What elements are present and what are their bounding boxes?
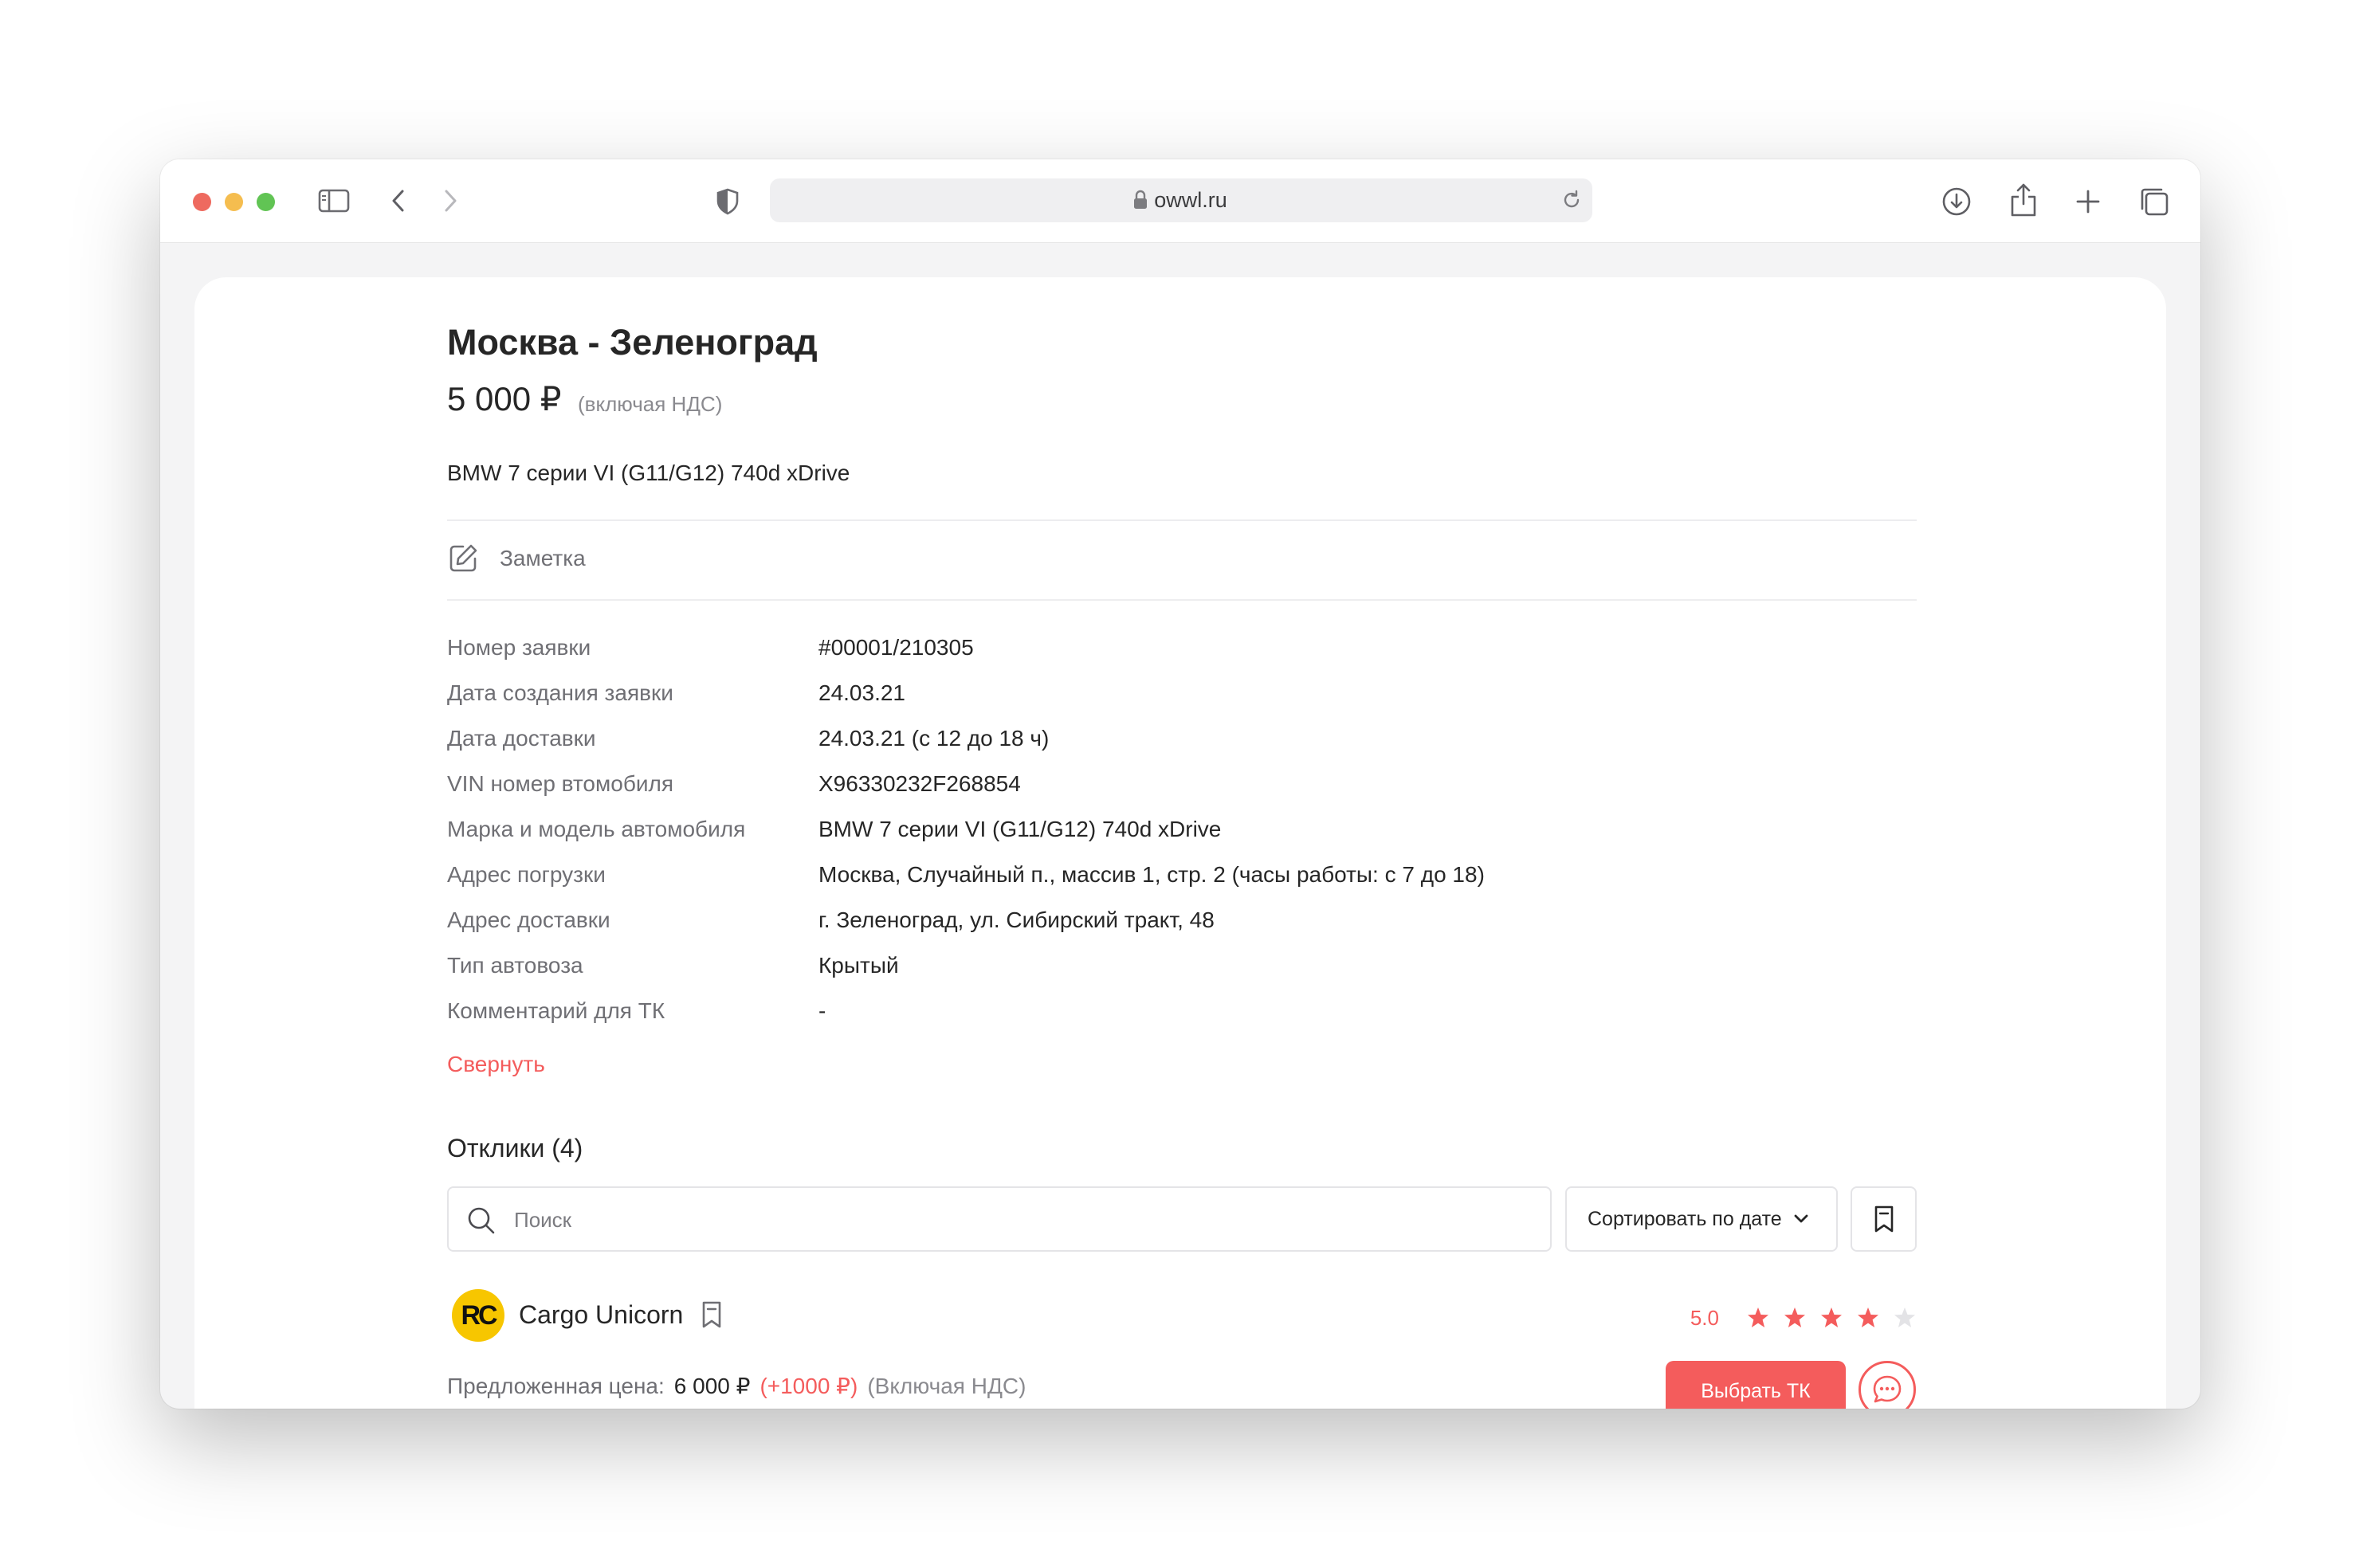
search-input[interactable] — [512, 1199, 1536, 1241]
new-tab-icon[interactable] — [2074, 187, 2102, 216]
saved-filter-button[interactable] — [1851, 1186, 1917, 1252]
rating-score: 5.0 — [1690, 1305, 1719, 1330]
detail-value: Крытый — [818, 953, 899, 978]
sidebar-icon[interactable] — [316, 186, 351, 215]
detail-label: Номер заявки — [447, 635, 591, 660]
search-icon — [468, 1207, 495, 1234]
star-icon — [1858, 1307, 1878, 1327]
response-item: RC Cargo Unicorn 5.0 Предложенная цена: 6… — [447, 1289, 1917, 1409]
carrier-name[interactable]: Cargo Unicorn — [519, 1300, 683, 1330]
detail-label: Дата доставки — [447, 726, 596, 751]
choose-carrier-button[interactable]: Выбрать ТК — [1666, 1361, 1846, 1409]
reload-icon[interactable] — [1560, 189, 1583, 215]
address-url: owwl.ru — [1154, 188, 1227, 212]
edit-note-icon — [449, 544, 477, 572]
privacy-shield-icon[interactable] — [714, 186, 741, 217]
detail-label: Марка и модель автомобиля — [447, 817, 746, 841]
detail-label: Комментарий для ТК — [447, 998, 665, 1023]
divider — [447, 519, 1917, 521]
note-button[interactable]: Заметка — [447, 540, 586, 577]
bookmark-icon — [1874, 1205, 1893, 1233]
chat-button[interactable] — [1859, 1361, 1916, 1409]
bookmark-icon[interactable] — [701, 1300, 723, 1333]
order-card: Москва - Зеленоград 5 000 ₽ (включая НДС… — [194, 277, 2166, 1409]
download-icon[interactable] — [1941, 186, 1972, 218]
offer-line: Предложенная цена: 6 000 ₽ (+1000 ₽) (Включ… — [447, 1370, 1026, 1402]
sort-dropdown[interactable]: Сортировать по дате — [1565, 1186, 1838, 1252]
note-label: Заметка — [500, 546, 586, 570]
chevron-down-icon — [1794, 1214, 1808, 1223]
forward-icon[interactable] — [438, 186, 462, 215]
collapse-link[interactable]: Свернуть — [447, 1052, 545, 1077]
star-icon — [1821, 1307, 1842, 1327]
close-window-button[interactable] — [193, 193, 211, 211]
browser-toolbar: owwl.ru — [160, 159, 2200, 243]
detail-value: г. Зеленоград, ул. Сибирский тракт, 48 — [818, 907, 1215, 932]
zoom-window-button[interactable] — [257, 193, 275, 211]
minimize-window-button[interactable] — [225, 193, 243, 211]
browser-window: owwl.ru Москва - Зеленоград 5 000 ₽ (вкл… — [160, 159, 2200, 1409]
offer-vat: (Включая НДС) — [867, 1374, 1026, 1398]
detail-label: Адрес погрузки — [447, 862, 606, 887]
sort-label: Сортировать по дате — [1588, 1207, 1782, 1230]
detail-value: X96330232F268854 — [818, 771, 1021, 796]
detail-value: - — [818, 998, 826, 1023]
detail-label: Тип автовоза — [447, 953, 583, 978]
offer-price: 6 000 ₽ — [673, 1374, 751, 1398]
detail-value: 24.03.21 (с 12 до 18 ч) — [818, 726, 1050, 751]
detail-label: Дата создания заявки — [447, 680, 673, 705]
tab-overview-icon[interactable] — [2138, 186, 2170, 218]
offer-label: Предложенная цена: — [447, 1374, 665, 1398]
search-field[interactable] — [447, 1186, 1552, 1252]
order-price: 5 000 ₽ — [447, 380, 562, 417]
page-title: Москва - Зеленоград — [447, 322, 818, 363]
detail-value: Москва, Случайный п., массив 1, стр. 2 (… — [818, 862, 1485, 887]
share-icon[interactable] — [2008, 182, 2039, 218]
offer-diff: (+1000 ₽) — [760, 1374, 858, 1398]
carrier-logo: RC — [452, 1289, 504, 1342]
responses-title: Отклики (4) — [447, 1134, 583, 1162]
back-icon[interactable] — [387, 186, 410, 215]
car-model: BMW 7 серии VI (G11/G12) 740d xDrive — [447, 461, 850, 485]
star-icon — [1784, 1307, 1805, 1327]
chat-icon — [1873, 1375, 1902, 1403]
star-empty-icon — [1894, 1307, 1915, 1327]
detail-value: BMW 7 серии VI (G11/G12) 740d xDrive — [818, 817, 1222, 841]
detail-label: Адрес доставки — [447, 907, 610, 932]
detail-value: 24.03.21 — [818, 680, 905, 705]
detail-value: #00001/210305 — [818, 635, 974, 660]
carrier-rating: 5.0 — [1690, 1302, 1917, 1334]
star-icon — [1748, 1307, 1768, 1327]
divider — [447, 599, 1917, 601]
detail-label: VIN номер втомобиля — [447, 771, 674, 796]
price-vat-note: (включая НДС) — [578, 392, 723, 416]
address-bar[interactable]: owwl.ru — [770, 178, 1592, 222]
